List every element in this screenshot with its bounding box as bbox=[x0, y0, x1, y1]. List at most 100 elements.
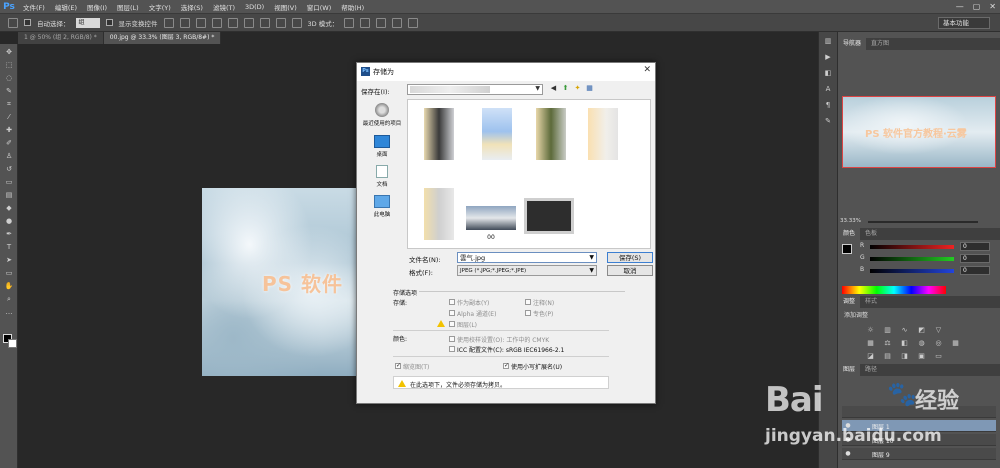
brightness-icon[interactable]: ☼ bbox=[866, 326, 875, 335]
auto-select-dropdown[interactable]: 组 bbox=[75, 17, 100, 28]
tab-layers[interactable]: 图层 bbox=[838, 364, 861, 376]
menu-3d[interactable]: 3D(D) bbox=[240, 3, 269, 11]
properties-panel-icon[interactable]: ◧ bbox=[822, 68, 834, 78]
lasso-tool-icon[interactable]: ◌ bbox=[3, 73, 15, 83]
lowercase-ext-checkbox[interactable] bbox=[503, 362, 509, 369]
file-list[interactable]: 00 bbox=[407, 99, 651, 249]
up-folder-icon[interactable]: ⬆ bbox=[561, 84, 570, 93]
eraser-tool-icon[interactable]: ▭ bbox=[3, 177, 15, 187]
show-transform-checkbox[interactable] bbox=[105, 19, 113, 26]
menu-view[interactable]: 视图(V) bbox=[269, 2, 302, 12]
crop-tool-icon[interactable]: ⌗ bbox=[3, 99, 15, 109]
path-select-tool-icon[interactable]: ➤ bbox=[3, 255, 15, 265]
paragraph-panel-icon[interactable]: ¶ bbox=[822, 100, 834, 110]
distribute-middle-icon[interactable] bbox=[275, 17, 286, 28]
tab-styles[interactable]: 样式 bbox=[860, 296, 882, 308]
eyedropper-tool-icon[interactable]: ⁄ bbox=[3, 112, 15, 122]
notes-checkbox[interactable] bbox=[525, 299, 531, 305]
menu-select[interactable]: 选择(S) bbox=[176, 2, 208, 12]
color-balance-icon[interactable]: ⚖ bbox=[883, 339, 892, 348]
format-dropdown[interactable]: JPEG (*.JPG;*.JPEG;*.JPE) ▼ bbox=[457, 265, 597, 276]
gradient-map-icon[interactable]: ▭ bbox=[934, 352, 943, 361]
history-panel-icon[interactable]: ▥ bbox=[822, 36, 834, 46]
hue-saturation-icon[interactable]: ▦ bbox=[866, 339, 875, 348]
file-thumbnail[interactable] bbox=[536, 108, 566, 160]
place-desktop[interactable]: 桌面 bbox=[359, 135, 405, 158]
red-value[interactable]: 0 bbox=[960, 242, 990, 251]
rotate-3d-icon[interactable] bbox=[344, 17, 355, 28]
photo-filter-icon[interactable]: ◍ bbox=[917, 339, 926, 348]
alpha-checkbox[interactable] bbox=[449, 310, 455, 316]
filename-input[interactable]: 雲气.jpg ▼ bbox=[457, 252, 597, 263]
character-panel-icon[interactable]: A bbox=[822, 84, 834, 94]
curves-icon[interactable]: ∿ bbox=[900, 326, 909, 335]
spot-checkbox[interactable] bbox=[525, 310, 531, 316]
back-icon[interactable]: ◀ bbox=[549, 84, 558, 93]
pen-tool-icon[interactable]: ✒ bbox=[3, 229, 15, 239]
selective-color-icon[interactable]: ▣ bbox=[917, 352, 926, 361]
auto-select-checkbox[interactable] bbox=[24, 19, 31, 26]
brush-tool-icon[interactable]: ✐ bbox=[3, 138, 15, 148]
color-swatches[interactable] bbox=[3, 334, 17, 348]
close-icon[interactable]: ✕ bbox=[989, 0, 996, 14]
shape-tool-icon[interactable]: ▭ bbox=[3, 268, 15, 278]
workspace-dropdown[interactable]: 基本功能 bbox=[938, 17, 990, 29]
file-thumbnail[interactable] bbox=[588, 108, 618, 160]
levels-icon[interactable]: ▥ bbox=[883, 326, 892, 335]
view-menu-icon[interactable]: ▦ bbox=[585, 84, 594, 93]
menu-help[interactable]: 帮助(H) bbox=[336, 2, 369, 12]
gradient-tool-icon[interactable]: ▤ bbox=[3, 190, 15, 200]
clone-stamp-tool-icon[interactable]: ♙ bbox=[3, 151, 15, 161]
cancel-button[interactable]: 取消 bbox=[607, 265, 653, 276]
menu-layer[interactable]: 图层(L) bbox=[112, 2, 144, 12]
vibrance-icon[interactable]: ▽ bbox=[934, 326, 943, 335]
dodge-tool-icon[interactable]: ● bbox=[3, 216, 15, 226]
foreground-color-swatch[interactable] bbox=[842, 244, 852, 254]
zoom-slider[interactable] bbox=[868, 221, 978, 223]
healing-brush-tool-icon[interactable]: ✚ bbox=[3, 125, 15, 135]
quick-select-tool-icon[interactable]: ✎ bbox=[3, 86, 15, 96]
align-right-icon[interactable] bbox=[243, 17, 254, 28]
hand-tool-icon[interactable]: ✋ bbox=[3, 281, 15, 291]
posterize-icon[interactable]: ▤ bbox=[883, 352, 892, 361]
file-thumbnail[interactable] bbox=[424, 188, 454, 240]
tab-histogram[interactable]: 直方图 bbox=[866, 38, 894, 50]
green-value[interactable]: 0 bbox=[960, 254, 990, 263]
place-recent[interactable]: 最近使用的项目 bbox=[359, 103, 405, 127]
tab-document-1[interactable]: 1 @ 50% (组 2, RGB/8) * bbox=[18, 32, 104, 44]
drag-3d-icon[interactable] bbox=[376, 17, 387, 28]
icc-checkbox[interactable] bbox=[449, 346, 455, 352]
marquee-tool-icon[interactable]: ⬚ bbox=[3, 60, 15, 70]
blue-slider[interactable] bbox=[870, 269, 954, 273]
history-brush-tool-icon[interactable]: ↺ bbox=[3, 164, 15, 174]
tab-paths[interactable]: 路径 bbox=[860, 364, 882, 376]
more-tools-icon[interactable]: … bbox=[3, 307, 15, 317]
layers-checkbox[interactable] bbox=[449, 321, 455, 327]
close-icon[interactable]: ✕ bbox=[643, 65, 651, 75]
as-copy-checkbox[interactable] bbox=[449, 299, 455, 305]
save-button[interactable]: 保存(S) bbox=[607, 252, 653, 263]
align-top-icon[interactable] bbox=[163, 17, 174, 28]
align-bottom-icon[interactable] bbox=[195, 17, 206, 28]
threshold-icon[interactable]: ◨ bbox=[900, 352, 909, 361]
scale-3d-icon[interactable] bbox=[408, 17, 419, 28]
channel-mixer-icon[interactable]: ◎ bbox=[934, 339, 943, 348]
distribute-bottom-icon[interactable] bbox=[291, 17, 302, 28]
document-canvas[interactable]: PS 软件 bbox=[202, 188, 360, 376]
move-tool-icon[interactable] bbox=[8, 17, 18, 28]
red-slider[interactable] bbox=[870, 245, 954, 249]
color-lookup-icon[interactable]: ▦ bbox=[951, 339, 960, 348]
menu-edit[interactable]: 编辑(E) bbox=[50, 2, 82, 12]
distribute-top-icon[interactable] bbox=[259, 17, 270, 28]
tab-document-00[interactable]: 00.jpg @ 33.3% (图层 3, RGB/8#) * bbox=[103, 32, 222, 44]
roll-3d-icon[interactable] bbox=[360, 17, 371, 28]
new-folder-icon[interactable]: ✦ bbox=[573, 84, 582, 93]
brush-preset-icon[interactable]: ✎ bbox=[822, 116, 834, 126]
menu-window[interactable]: 窗口(W) bbox=[302, 2, 337, 12]
save-in-dropdown[interactable]: ▼ bbox=[407, 84, 543, 95]
black-white-icon[interactable]: ◧ bbox=[900, 339, 909, 348]
menu-file[interactable]: 文件(F) bbox=[18, 2, 50, 12]
align-center-icon[interactable] bbox=[227, 17, 238, 28]
background-color-swatch[interactable] bbox=[8, 339, 17, 348]
file-thumbnail-00[interactable] bbox=[466, 206, 516, 230]
